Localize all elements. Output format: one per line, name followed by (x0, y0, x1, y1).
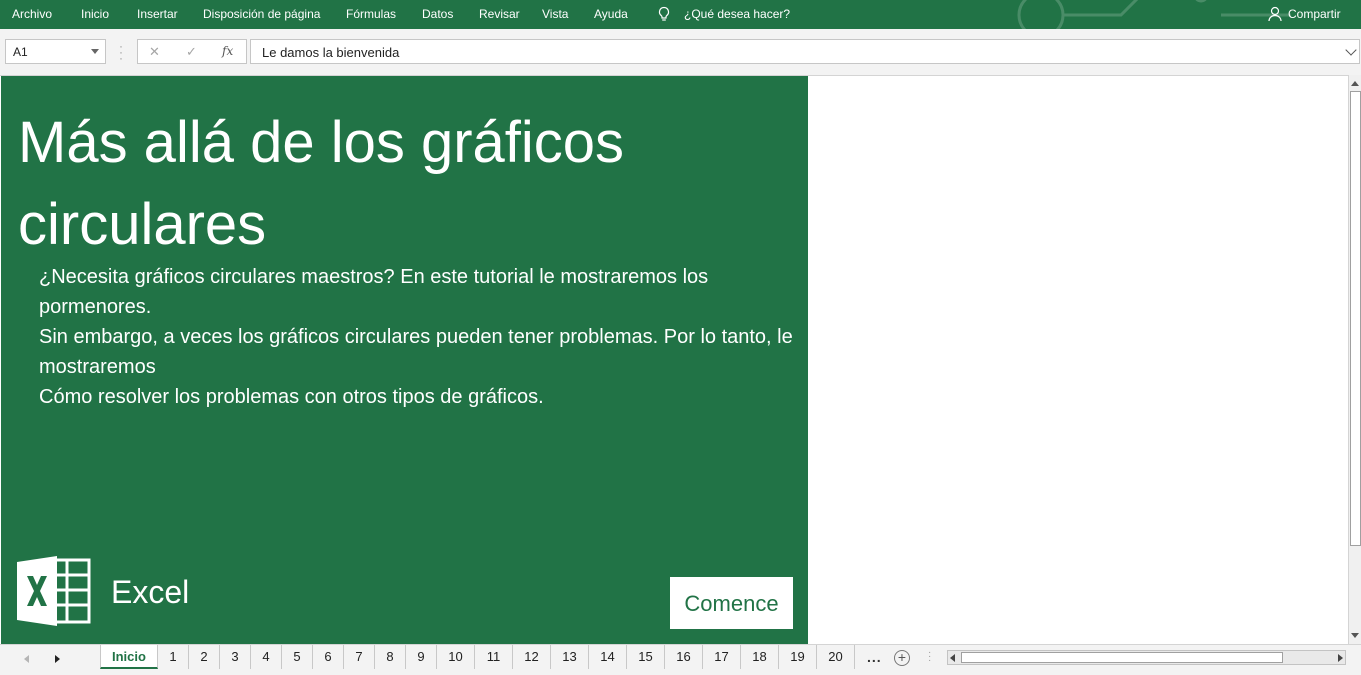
scroll-up-icon[interactable] (1351, 81, 1359, 86)
tab-sheet-13[interactable]: 13 (550, 645, 589, 669)
tab-sheet-17[interactable]: 17 (702, 645, 741, 669)
menu-ayuda[interactable]: Ayuda (594, 7, 628, 21)
intro-line-3: Cómo resolver los problemas con otros ti… (39, 386, 544, 408)
tab-inicio[interactable]: Inicio (100, 645, 158, 669)
formula-buttons: ✕ ✓ fx (137, 39, 247, 64)
lightbulb-icon[interactable] (657, 6, 671, 22)
sheet-tabs: Inicio 1 2 3 4 5 6 7 8 9 10 11 12 13 14 … (100, 645, 855, 669)
menu-revisar[interactable]: Revisar (479, 7, 520, 21)
resize-grip-icon[interactable]: · · · (118, 40, 124, 64)
menu-formulas[interactable]: Fórmulas (346, 7, 396, 21)
intro-text: ¿Necesita gráficos circulares maestros? … (39, 262, 799, 412)
tab-sheet-3[interactable]: 3 (219, 645, 251, 669)
page-title: Más allá de los gráficos circulares (18, 110, 625, 257)
intro-line-1: ¿Necesita gráficos circulares maestros? … (39, 266, 709, 318)
chevron-down-icon[interactable] (91, 49, 99, 54)
tell-me-search[interactable]: ¿Qué desea hacer? (684, 7, 790, 21)
circuit-decoration (1017, 0, 1291, 29)
scroll-down-icon[interactable] (1351, 633, 1359, 638)
next-sheet-icon[interactable] (55, 655, 60, 663)
menu-inicio[interactable]: Inicio (81, 7, 109, 21)
name-box-value: A1 (13, 45, 28, 59)
vertical-scrollbar[interactable] (1348, 75, 1361, 644)
tab-sheet-16[interactable]: 16 (664, 645, 703, 669)
tab-sheet-2[interactable]: 2 (188, 645, 220, 669)
sheet-tabs-bar: Inicio 1 2 3 4 5 6 7 8 9 10 11 12 13 14 … (0, 644, 1361, 675)
expand-formula-icon[interactable] (1345, 44, 1357, 56)
worksheet-area[interactable]: Más allá de los gráficos circulares ¿Nec… (0, 75, 1348, 644)
insert-function-icon[interactable]: fx (222, 44, 233, 58)
tab-sheet-19[interactable]: 19 (778, 645, 817, 669)
tab-sheet-15[interactable]: 15 (626, 645, 665, 669)
tab-sheet-6[interactable]: 6 (312, 645, 344, 669)
formula-bar-area: A1 · · · ✕ ✓ fx Le damos la bienvenida (0, 29, 1361, 75)
menu-vista[interactable]: Vista (542, 7, 568, 21)
scroll-thumb[interactable] (1350, 91, 1361, 546)
menu-archivo[interactable]: Archivo (12, 7, 52, 21)
tab-sheet-7[interactable]: 7 (343, 645, 375, 669)
name-box[interactable]: A1 (5, 39, 106, 64)
tab-split-handle[interactable]: · · · (928, 648, 932, 666)
tab-sheet-18[interactable]: 18 (740, 645, 779, 669)
tab-sheet-14[interactable]: 14 (588, 645, 627, 669)
excel-logo-text: Excel (111, 574, 190, 610)
menu-datos[interactable]: Datos (422, 7, 453, 21)
tab-sheet-10[interactable]: 10 (436, 645, 475, 669)
hscroll-thumb[interactable] (961, 652, 1283, 663)
more-sheets-button[interactable]: ... (867, 649, 882, 665)
tab-sheet-12[interactable]: 12 (512, 645, 551, 669)
tab-sheet-8[interactable]: 8 (374, 645, 406, 669)
add-sheet-icon[interactable]: + (894, 650, 910, 666)
menu-disposicion[interactable]: Disposición de página (203, 7, 320, 21)
menu-insertar[interactable]: Insertar (137, 7, 178, 21)
share-button[interactable]: Compartir (1288, 7, 1341, 21)
formula-input[interactable]: Le damos la bienvenida (250, 39, 1360, 64)
tab-sheet-4[interactable]: 4 (250, 645, 282, 669)
tab-sheet-20[interactable]: 20 (816, 645, 855, 669)
excel-logo-icon (17, 556, 91, 626)
person-share-icon[interactable] (1268, 6, 1283, 22)
tab-sheet-9[interactable]: 9 (405, 645, 437, 669)
scroll-left-icon[interactable] (950, 654, 955, 662)
tab-sheet-5[interactable]: 5 (281, 645, 313, 669)
intro-line-2: Sin embargo, a veces los gráficos circul… (39, 326, 793, 378)
cancel-icon[interactable]: ✕ (149, 44, 160, 60)
welcome-panel: Más allá de los gráficos circulares ¿Nec… (1, 76, 808, 644)
scroll-right-icon[interactable] (1338, 654, 1343, 662)
tab-sheet-1[interactable]: 1 (157, 645, 189, 669)
start-button[interactable]: Comence (670, 577, 793, 629)
prev-sheet-icon[interactable] (24, 655, 29, 663)
formula-content: Le damos la bienvenida (262, 45, 400, 60)
tab-sheet-11[interactable]: 11 (474, 645, 513, 669)
ribbon-menu-bar: Archivo Inicio Insertar Disposición de p… (0, 0, 1361, 29)
horizontal-scrollbar[interactable] (947, 650, 1346, 665)
enter-icon[interactable]: ✓ (186, 44, 197, 60)
